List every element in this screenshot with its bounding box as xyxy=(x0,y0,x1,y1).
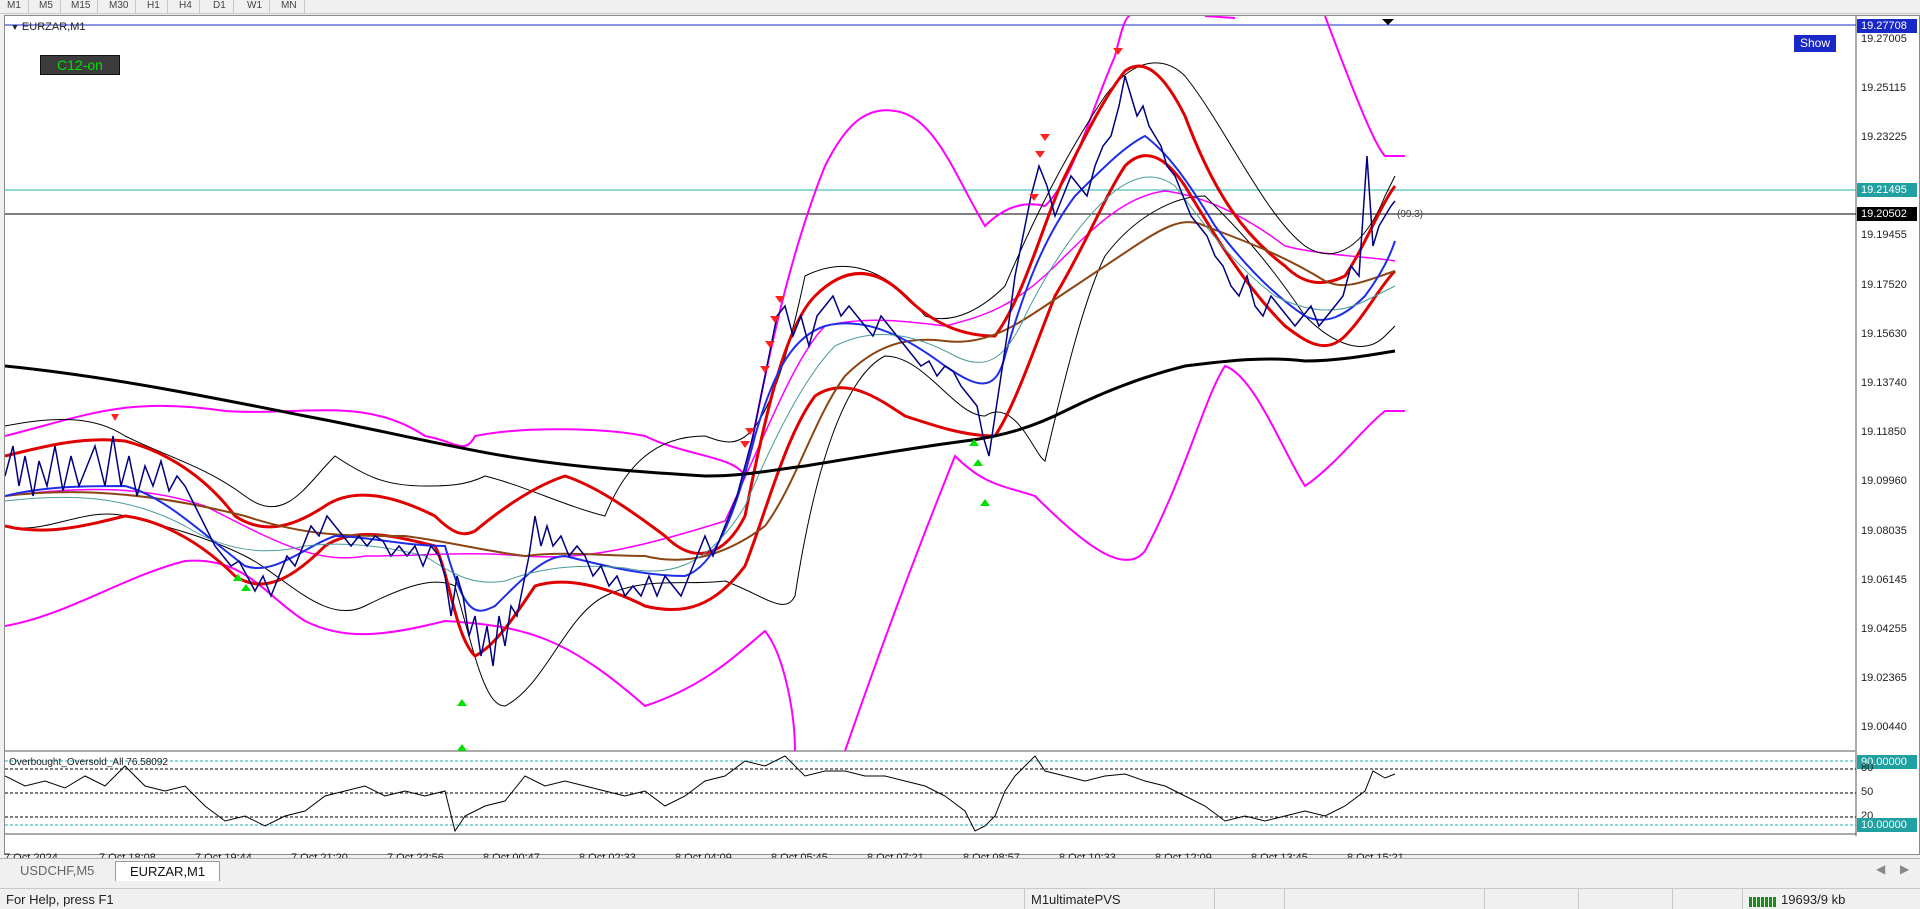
chart-window[interactable]: ▼ EURZAR,M1 C12-on Show (99.3) Overbought… xyxy=(4,15,1920,855)
chart-collapse-icon[interactable]: ▼ xyxy=(11,23,19,32)
chart-title: ▼ EURZAR,M1 xyxy=(11,21,85,33)
osc-tag-bottom: 10.00000 xyxy=(1857,818,1917,832)
magenta-band-mid xyxy=(5,190,1396,559)
tf-h4-button[interactable]: H4 xyxy=(172,0,200,13)
tf-m30-button[interactable]: M30 xyxy=(102,0,137,13)
price-label: 19.11850 xyxy=(1861,426,1907,438)
price-label: 19.23225 xyxy=(1861,131,1907,143)
status-cell-empty xyxy=(1284,889,1484,909)
black-envelope-lower xyxy=(5,195,1396,707)
status-profile[interactable]: M1ultimatePVS xyxy=(1024,889,1214,909)
price-label: 19.17520 xyxy=(1861,279,1907,291)
sell-signal-arrows xyxy=(111,48,1123,448)
tab-scroll-left-icon[interactable]: ◀ xyxy=(1876,862,1885,876)
c12-toggle-button[interactable]: C12-on xyxy=(40,55,120,75)
status-cell-empty xyxy=(1214,889,1284,909)
chart-canvas[interactable] xyxy=(5,16,1919,854)
status-help-text: For Help, press F1 xyxy=(6,892,114,907)
status-cell-empty xyxy=(1578,889,1672,909)
osc-level-label: 50 xyxy=(1861,786,1874,798)
price-label: 19.27005 xyxy=(1861,33,1907,45)
show-button[interactable]: Show xyxy=(1794,35,1836,52)
tf-m5-button[interactable]: M5 xyxy=(32,0,61,13)
connection-bars-icon xyxy=(1749,896,1776,907)
tf-w1-button[interactable]: W1 xyxy=(240,0,270,13)
price-label: 19.06145 xyxy=(1861,574,1907,586)
price-tag-top: 19.27708 xyxy=(1857,19,1917,33)
price-tag-cyan: 19.21495 xyxy=(1857,183,1917,197)
oscillator-title: Overbought_Oversold_All 76.58092 xyxy=(9,757,168,768)
terminal-window: M1 M5 M15 M30 H1 H4 D1 W1 MN ▼ EURZAR,M1… xyxy=(0,0,1920,909)
price-label: 19.15630 xyxy=(1861,328,1907,340)
osc-level-label: 80 xyxy=(1861,762,1874,774)
tab-eurzar-m1[interactable]: EURZAR,M1 xyxy=(115,861,221,881)
chart-symbol-label: EURZAR,M1 xyxy=(21,21,86,33)
price-label: 19.19455 xyxy=(1861,229,1907,241)
price-label: 19.13740 xyxy=(1861,377,1907,389)
traffic-label: 19693/9 kb xyxy=(1781,892,1846,907)
tf-d1-button[interactable]: D1 xyxy=(206,0,234,13)
timeframe-toolbar: M1 M5 M15 M30 H1 H4 D1 W1 MN xyxy=(0,0,1920,14)
price-label: 19.04255 xyxy=(1861,623,1907,635)
status-connection[interactable]: 19693/9 kb xyxy=(1742,889,1920,909)
price-label: 19.09960 xyxy=(1861,475,1907,487)
red-band-upper xyxy=(5,64,1397,555)
tf-m15-button[interactable]: M15 xyxy=(64,0,99,13)
black-envelope-upper xyxy=(5,62,1396,517)
status-cell-empty xyxy=(1672,889,1742,909)
brown-ma-line xyxy=(5,221,1396,561)
status-cell-empty xyxy=(1484,889,1578,909)
bid-annotation: (99.3) xyxy=(1397,209,1424,220)
price-label: 19.25115 xyxy=(1861,82,1907,94)
shift-marker xyxy=(1382,19,1394,25)
buy-signal-arrows xyxy=(233,439,990,751)
blue-ma-line xyxy=(5,134,1396,612)
price-label: 19.02365 xyxy=(1861,672,1907,684)
tab-scroll-right-icon[interactable]: ▶ xyxy=(1900,862,1909,876)
teal-ma-line xyxy=(5,176,1396,583)
tab-usdchf-m5[interactable]: USDCHF,M5 xyxy=(6,861,108,881)
price-tag-bid: 19.20502 xyxy=(1857,207,1917,221)
magenta-band-upper xyxy=(5,16,1405,480)
price-candles xyxy=(5,75,1396,667)
status-bar: For Help, press F1 M1ultimatePVS 19693/9… xyxy=(0,888,1920,909)
red-band-lower xyxy=(5,154,1397,658)
price-label: 19.08035 xyxy=(1861,525,1907,537)
tf-m1-button[interactable]: M1 xyxy=(0,0,29,13)
chart-tabs: USDCHF,M5 EURZAR,M1 ◀ ▶ xyxy=(0,858,1920,881)
tf-h1-button[interactable]: H1 xyxy=(140,0,168,13)
tf-mn-button[interactable]: MN xyxy=(274,0,305,13)
price-label: 19.00440 xyxy=(1861,721,1907,733)
